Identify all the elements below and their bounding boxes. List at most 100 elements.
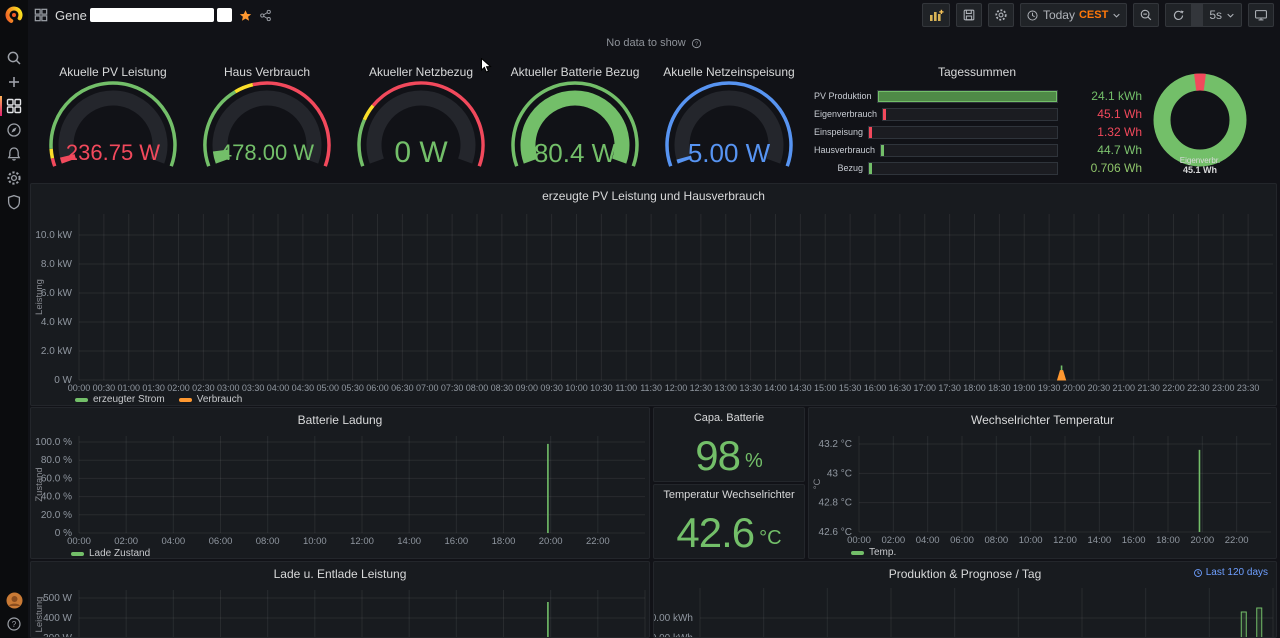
refresh-button[interactable] — [1166, 4, 1191, 26]
sidebar-item-explore[interactable] — [0, 118, 28, 142]
bell-icon — [6, 146, 22, 162]
temperatur-wechselrichter-stat-panel: Temperatur Wechselrichter 42.6 °C — [653, 484, 805, 559]
time-picker[interactable]: Today CEST — [1020, 3, 1127, 27]
svg-text:17:00: 17:00 — [913, 383, 936, 393]
sidebar-item-search[interactable] — [0, 46, 28, 70]
bar-gauge-rows: PV Produktion 24.1 kWh Eigenverbrauch 45… — [814, 87, 1142, 177]
legend-item[interactable]: Lade Zustand — [71, 548, 150, 559]
user-avatar[interactable] — [0, 588, 28, 612]
time-range-override-link[interactable]: Last 120 days — [1193, 567, 1268, 578]
sidebar-item-create[interactable] — [0, 70, 28, 94]
sidebar-item-dashboards[interactable] — [0, 94, 28, 118]
svg-text:Leistung: Leistung — [34, 279, 45, 315]
svg-text:14:00: 14:00 — [764, 383, 787, 393]
redaction-block — [90, 8, 214, 22]
svg-text:06:30: 06:30 — [391, 383, 414, 393]
svg-text:43 °C: 43 °C — [827, 468, 852, 479]
svg-text:21:00: 21:00 — [1112, 383, 1135, 393]
save-dashboard-button[interactable] — [956, 3, 982, 27]
timezone-label: CEST — [1079, 9, 1108, 21]
svg-text:14:30: 14:30 — [789, 383, 812, 393]
svg-text:4.0 kW: 4.0 kW — [41, 317, 73, 328]
svg-text:14:00: 14:00 — [1087, 535, 1111, 546]
panel-title[interactable]: Produktion & Prognose / Tag — [654, 562, 1276, 586]
svg-text:01:00: 01:00 — [117, 383, 140, 393]
svg-text:0 W: 0 W — [54, 375, 72, 386]
panel-title[interactable]: Akueller Netzbezug — [344, 60, 498, 84]
add-panel-icon — [928, 7, 944, 23]
legend-item[interactable]: erzeugter Strom — [75, 394, 165, 405]
svg-text:20.0 %: 20.0 % — [41, 510, 72, 521]
svg-text:22:00: 22:00 — [1225, 535, 1249, 546]
svg-text:06:00: 06:00 — [366, 383, 389, 393]
svg-text:30.00 kWh: 30.00 kWh — [654, 613, 693, 624]
pv-haus-chart-panel: erzeugte PV Leistung und Hausverbrauch 0… — [30, 183, 1277, 406]
star-icon[interactable] — [239, 9, 252, 22]
share-icon[interactable] — [259, 9, 272, 22]
dashboard-title[interactable]: Gene — [55, 8, 232, 23]
panel-title[interactable]: Batterie Ladung — [31, 408, 649, 432]
panel-title[interactable]: Wechselrichter Temperatur — [809, 408, 1276, 432]
panel-title[interactable]: Haus Verbrauch — [190, 60, 344, 84]
help-circle-icon[interactable]: ? — [691, 38, 702, 49]
svg-text:19:30: 19:30 — [1038, 383, 1061, 393]
svg-text:23:00: 23:00 — [1212, 383, 1235, 393]
zoom-out-button[interactable] — [1133, 3, 1159, 27]
svg-text:?: ? — [12, 620, 17, 629]
sidebar-item-configuration[interactable] — [0, 166, 28, 190]
bar-track — [882, 108, 1058, 121]
svg-text:300 W: 300 W — [43, 633, 72, 638]
svg-text:02:00: 02:00 — [881, 535, 905, 546]
capa-batterie-stat-panel: Capa. Batterie 98 % — [653, 407, 805, 482]
dashboard-settings-button[interactable] — [988, 3, 1014, 27]
time-range-override-label: Last 120 days — [1206, 567, 1268, 578]
kiosk-mode-button[interactable] — [1248, 3, 1274, 27]
svg-text:14:00: 14:00 — [397, 536, 421, 547]
svg-text:15:00: 15:00 — [814, 383, 837, 393]
refresh-interval-picker[interactable]: 5s — [1203, 4, 1241, 26]
svg-text:18:00: 18:00 — [963, 383, 986, 393]
bar-gauge-row: Bezug 0.706 Wh — [814, 159, 1142, 177]
panel-title[interactable]: Akuelle Netzeinspeisung — [652, 60, 806, 84]
navbar: Gene — [28, 0, 1280, 30]
refresh-interval-label: 5s — [1209, 8, 1222, 22]
legend-item[interactable]: Verbrauch — [179, 394, 243, 405]
sidebar-item-help[interactable]: ? — [0, 612, 28, 636]
grafana-logo[interactable] — [0, 4, 28, 26]
svg-text:60.0 %: 60.0 % — [41, 473, 72, 484]
bar-track — [868, 162, 1058, 175]
svg-text:400 W: 400 W — [43, 613, 72, 624]
gauge-value: 236.75 W — [36, 140, 190, 166]
svg-text:12:00: 12:00 — [1053, 535, 1077, 546]
panel-title[interactable]: erzeugte PV Leistung und Hausverbrauch — [31, 184, 1276, 208]
bar-track — [877, 90, 1058, 103]
bar-fill — [869, 127, 872, 138]
panel-title[interactable]: Temperatur Wechselrichter — [654, 489, 804, 501]
panel-title[interactable]: Tagessummen — [806, 60, 1148, 84]
sidebar-item-server-admin[interactable] — [0, 190, 28, 214]
bar-fill — [883, 109, 886, 120]
panel-title[interactable]: Capa. Batterie — [654, 412, 804, 424]
bar-fill — [878, 91, 1057, 102]
svg-text:04:00: 04:00 — [267, 383, 290, 393]
row-value: 1.32 Wh — [1058, 125, 1142, 139]
panel-title[interactable]: Akuelle PV Leistung — [36, 60, 190, 84]
legend-item[interactable]: Temp. — [851, 547, 896, 558]
gauge-panel-netzeinspeisung: Akuelle Netzeinspeisung 5.00 W — [652, 60, 806, 182]
svg-text:08:00: 08:00 — [466, 383, 489, 393]
sidebar-item-alerting[interactable] — [0, 142, 28, 166]
bar-gauge-row: Eigenverbrauch 45.1 Wh — [814, 105, 1142, 123]
svg-text:40.0 %: 40.0 % — [41, 492, 72, 503]
dashboard-grid: No data to show ? Akuelle PV Leistung 23… — [28, 30, 1280, 638]
stat-unit: % — [745, 450, 763, 473]
svg-text:16:00: 16:00 — [1122, 535, 1146, 546]
svg-text:19:00: 19:00 — [1013, 383, 1036, 393]
clock-icon — [1026, 9, 1039, 22]
legend-swatch — [75, 398, 88, 402]
gauge-panel-haus-verbrauch: Haus Verbrauch 478.00 W — [190, 60, 344, 182]
add-panel-button[interactable] — [922, 3, 950, 27]
stat-number: 98 — [695, 432, 740, 480]
panel-title[interactable]: Lade u. Entlade Leistung — [31, 562, 649, 586]
panel-title[interactable]: Aktueller Batterie Bezug — [498, 60, 652, 84]
svg-text:?: ? — [695, 41, 699, 47]
